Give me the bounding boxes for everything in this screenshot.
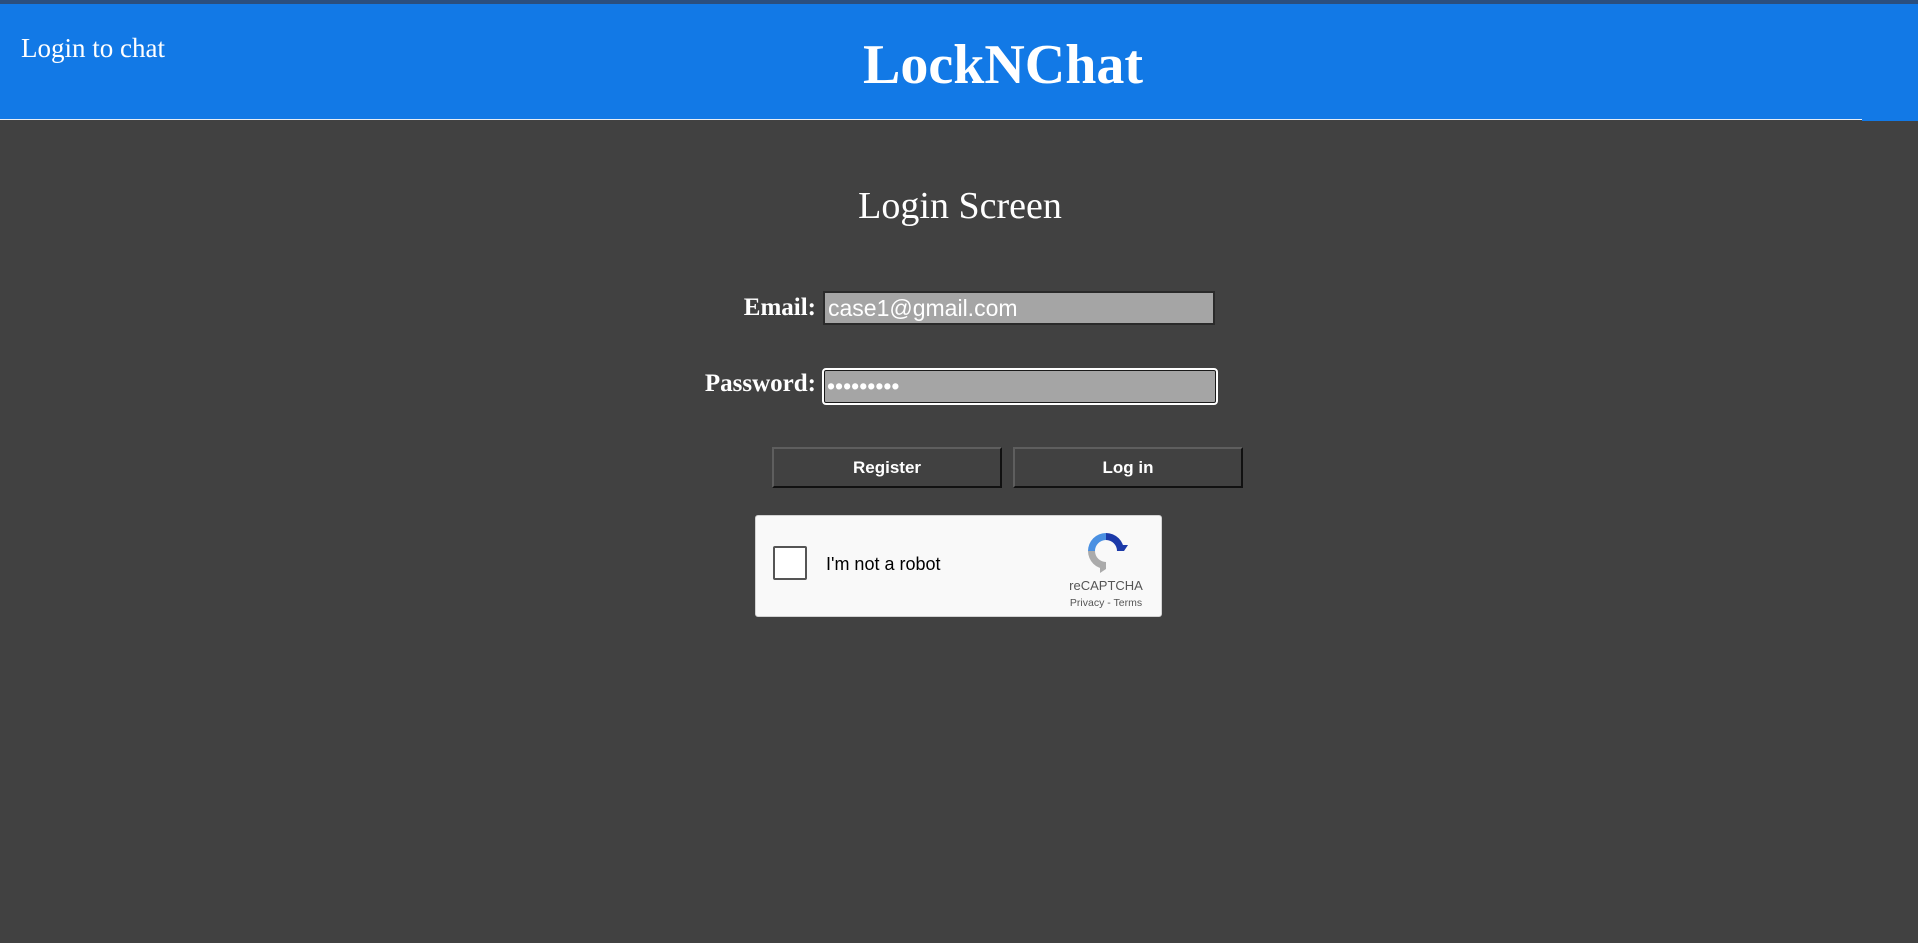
- register-button[interactable]: Register: [772, 447, 1002, 488]
- recaptcha-logo-icon: [1088, 533, 1128, 573]
- page-title: Login Screen: [858, 185, 1062, 227]
- login-button[interactable]: Log in: [1013, 447, 1243, 488]
- email-label: Email:: [743, 294, 816, 321]
- recaptcha-links: Privacy - Terms: [1046, 596, 1166, 610]
- password-label: Password:: [704, 370, 816, 397]
- app-title: LockNChat: [862, 34, 1144, 96]
- header-corner: [1862, 119, 1918, 121]
- recaptcha-link-separator: -: [1104, 597, 1114, 609]
- recaptcha-label: I'm not a robot: [826, 554, 941, 574]
- recaptcha-widget: I'm not a robot reCAPTCHA Privacy - Term…: [755, 515, 1162, 617]
- recaptcha-terms-link[interactable]: Terms: [1114, 597, 1143, 609]
- password-field[interactable]: [822, 368, 1218, 405]
- header-divider: [0, 119, 1862, 120]
- app-header: Login to chat LockNChat: [0, 4, 1918, 120]
- recaptcha-brand: reCAPTCHA: [1069, 578, 1143, 593]
- email-field[interactable]: [823, 291, 1215, 325]
- recaptcha-checkbox[interactable]: [773, 546, 807, 580]
- recaptcha-privacy-link[interactable]: Privacy: [1070, 597, 1104, 609]
